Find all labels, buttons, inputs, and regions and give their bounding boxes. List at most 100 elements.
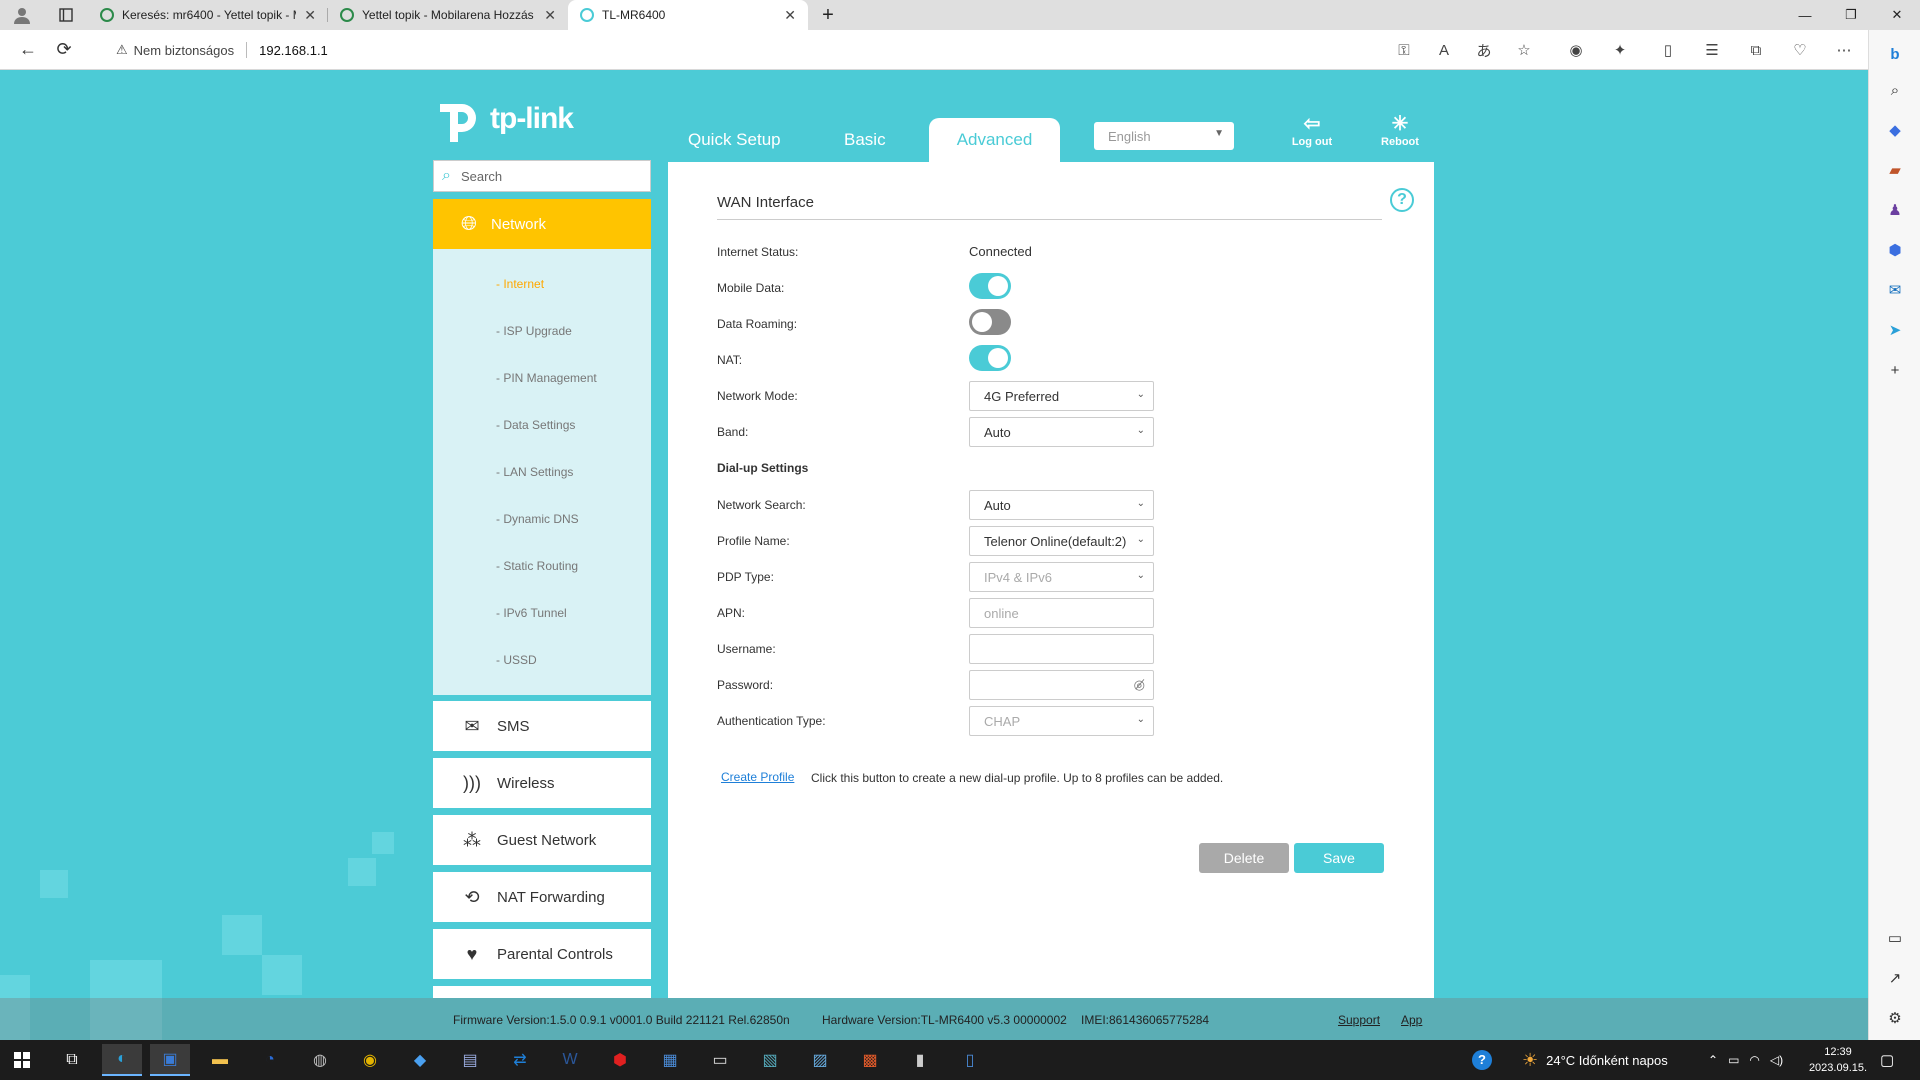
games-icon[interactable]: ♟ (1879, 194, 1911, 226)
save-button[interactable]: Save (1294, 843, 1384, 873)
browser-tab[interactable]: Keresés: mr6400 - Yettel topik - M ✕ (88, 0, 328, 30)
app-icon[interactable]: ▦ (650, 1044, 690, 1076)
app-link[interactable]: App (1401, 1013, 1422, 1027)
sidebar-panel-icon[interactable]: ▭ (1879, 922, 1911, 954)
minimize-icon[interactable]: — (1782, 0, 1828, 30)
hide-password-eye-icon[interactable]: ◎̸ (1134, 677, 1145, 693)
tab-basic[interactable]: Basic (844, 118, 904, 162)
reboot-button[interactable]: ✳ Reboot (1365, 112, 1435, 148)
favorite-star-icon[interactable]: ☆ (1508, 34, 1540, 66)
file-explorer-icon[interactable]: ▬ (200, 1044, 240, 1076)
terminal-icon[interactable]: ▮ (900, 1044, 940, 1076)
password-input[interactable]: ◎̸ (969, 670, 1154, 700)
sidebar-item-next[interactable] (433, 986, 651, 998)
nat-toggle[interactable] (969, 345, 1011, 371)
security-label[interactable]: Nem biztonságos (134, 43, 234, 58)
back-icon[interactable]: ← (10, 32, 46, 68)
logout-button[interactable]: ⇦ Log out (1277, 112, 1347, 148)
collections-icon[interactable]: ⧉ (1740, 34, 1772, 66)
support-link[interactable]: Support (1338, 1013, 1380, 1027)
tab-advanced[interactable]: Advanced (929, 118, 1060, 162)
profile-name-select[interactable]: Telenor Online(default:2) ⌄ (969, 526, 1154, 556)
close-tab-icon[interactable]: ✕ (544, 7, 556, 24)
url-box[interactable]: ⚠ Nem biztonságos 192.168.1.1 (104, 34, 1606, 66)
auth-type-select[interactable]: CHAP ⌄ (969, 706, 1154, 736)
app-icon[interactable]: ◍ (300, 1044, 340, 1076)
tools-icon[interactable]: ▰ (1879, 154, 1911, 186)
weather-widget[interactable]: ☀ 24°C Időnként napos (1522, 1040, 1668, 1080)
sidebar-subitem-ipv6-tunnel[interactable]: - IPv6 Tunnel (496, 606, 567, 620)
app-icon[interactable]: ▧ (750, 1044, 790, 1076)
browser-essentials-icon[interactable]: ♡ (1784, 34, 1816, 66)
close-window-icon[interactable]: ✕ (1874, 0, 1920, 30)
band-select[interactable]: Auto ⌄ (969, 417, 1154, 447)
refresh-icon[interactable]: ⟳ (46, 32, 82, 68)
sidebar-item-wireless[interactable]: ))) Wireless (433, 758, 651, 808)
split-screen-icon[interactable]: ▯ (1652, 34, 1684, 66)
sidebar-subitem-isp-upgrade[interactable]: - ISP Upgrade (496, 324, 572, 338)
password-key-icon[interactable]: ⚿ (1388, 34, 1420, 66)
clock[interactable]: 12:39 2023.09.15. (1808, 1044, 1868, 1076)
wifi-icon[interactable]: ◠ (1749, 1053, 1759, 1067)
add-sidebar-app-icon[interactable]: + (1879, 354, 1911, 386)
search-input[interactable] (460, 168, 621, 184)
battery-icon[interactable]: ▭ (1728, 1053, 1739, 1067)
search-icon[interactable]: ⌕ (1879, 74, 1911, 106)
tab-quick-setup[interactable]: Quick Setup (688, 118, 788, 162)
document-icon[interactable]: ▯ (950, 1044, 990, 1076)
network-mode-select[interactable]: 4G Preferred ⌄ (969, 381, 1154, 411)
sidebar-subitem-pin-management[interactable]: - PIN Management (496, 371, 597, 385)
extensions-puzzle-icon[interactable]: ✦ (1604, 34, 1636, 66)
mobile-data-toggle[interactable] (969, 273, 1011, 299)
notifications-icon[interactable]: ▢ (1880, 1040, 1894, 1080)
chevron-up-icon[interactable]: ⌃ (1708, 1053, 1718, 1067)
more-menu-icon[interactable]: ⋯ (1828, 34, 1860, 66)
edge-browser-icon[interactable]: ◐ (102, 1044, 142, 1076)
translate-icon[interactable]: あ (1468, 34, 1500, 66)
help-icon[interactable]: ? (1390, 188, 1414, 212)
sidebar-subitem-static-routing[interactable]: - Static Routing (496, 559, 578, 573)
photos-icon[interactable]: ▨ (800, 1044, 840, 1076)
restore-icon[interactable]: ❐ (1828, 0, 1874, 30)
language-select[interactable]: English ▼ (1094, 122, 1234, 150)
sidebar-settings-icon[interactable]: ⚙ (1879, 1002, 1911, 1034)
sidebar-subitem-lan-settings[interactable]: - LAN Settings (496, 465, 573, 479)
tab-actions-icon[interactable] (44, 0, 88, 30)
save-disk-app-icon[interactable]: ▣ (150, 1044, 190, 1076)
office-icon[interactable]: ⬢ (1879, 234, 1911, 266)
close-tab-icon[interactable]: ✕ (304, 7, 316, 24)
sidebar-item-parental-controls[interactable]: ♥ Parental Controls (433, 929, 651, 979)
sidebar-subitem-data-settings[interactable]: - Data Settings (496, 418, 575, 432)
apn-input[interactable]: online (969, 598, 1154, 628)
delete-button[interactable]: Delete (1199, 843, 1289, 873)
windows-start-icon[interactable] (2, 1044, 42, 1076)
sidebar-item-network[interactable]: 🌐︎ Network (433, 199, 651, 249)
create-profile-link[interactable]: Create Profile (721, 770, 794, 784)
favorites-icon[interactable]: ☰ (1696, 34, 1728, 66)
help-tray-icon[interactable]: ? (1472, 1040, 1492, 1080)
notepad-icon[interactable]: ▤ (450, 1044, 490, 1076)
extension-icon[interactable]: ◉ (1560, 34, 1592, 66)
close-tab-icon[interactable]: ✕ (784, 7, 796, 24)
pdp-type-select[interactable]: IPv4 & IPv6 ⌄ (969, 562, 1154, 592)
browser-tab-active[interactable]: TL-MR6400 ✕ (568, 0, 808, 30)
app-icon[interactable]: ◔ (250, 1044, 290, 1076)
sidebar-subitem-dynamic-dns[interactable]: - Dynamic DNS (496, 512, 579, 526)
sidebar-item-nat-forwarding[interactable]: ⟲ NAT Forwarding (433, 872, 651, 922)
url-text[interactable]: 192.168.1.1 (259, 43, 328, 58)
browser-tab[interactable]: Yettel topik - Mobilarena Hozzás ✕ (328, 0, 568, 30)
app-icon[interactable]: ⬢ (600, 1044, 640, 1076)
chrome-icon[interactable]: ◉ (350, 1044, 390, 1076)
network-search-select[interactable]: Auto ⌄ (969, 490, 1154, 520)
sidebar-subitem-internet[interactable]: - Internet (496, 277, 544, 291)
volume-icon[interactable]: ◁) (1770, 1053, 1783, 1067)
bing-copilot-icon[interactable]: b (1879, 38, 1911, 70)
data-roaming-toggle[interactable] (969, 309, 1011, 335)
app-icon[interactable]: ▩ (850, 1044, 890, 1076)
sidebar-subitem-ussd[interactable]: - USSD (496, 653, 537, 667)
sidebar-item-guest-network[interactable]: ⁂ Guest Network (433, 815, 651, 865)
shopping-tag-icon[interactable]: ◆ (1879, 114, 1911, 146)
app-icon[interactable]: ◆ (400, 1044, 440, 1076)
profile-avatar-icon[interactable] (0, 0, 44, 30)
open-external-icon[interactable]: ↗ (1879, 962, 1911, 994)
